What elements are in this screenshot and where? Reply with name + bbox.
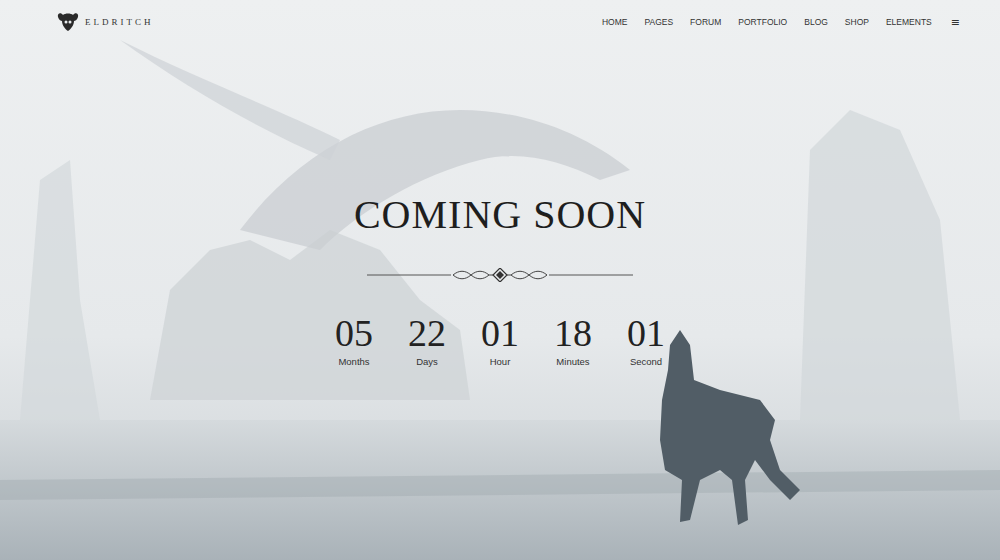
countdown-item: 01 Hour [470,312,531,367]
background-illustration [0,0,1000,560]
nav-item[interactable]: BLOG [804,17,828,27]
countdown-item: 01 Second [616,312,677,367]
main-nav: HOME PAGES FORUM PORTFOLIO BLOG SHOP ELEMENTS ≡ [602,16,960,29]
countdown-value: 01 [627,312,665,354]
coming-soon-title: COMING SOON [354,192,646,238]
nav-item[interactable]: SHOP [845,17,869,27]
nav-item[interactable]: ELEMENTS [886,17,932,27]
countdown-unit: Second [630,356,662,367]
nav-item[interactable]: PAGES [644,17,673,27]
countdown-item: 22 Days [397,312,458,367]
nav-item[interactable]: FORUM [690,17,721,27]
countdown-unit: Days [416,356,438,367]
countdown-item: 18 Minutes [543,312,604,367]
countdown-unit: Months [338,356,369,367]
countdown-item: 05 Months [324,312,385,367]
menu-icon[interactable]: ≡ [951,16,960,29]
countdown: 05 Months 22 Days 01 Hour 18 Minutes 01 Second [324,312,677,367]
countdown-value: 01 [481,312,519,354]
site-header: ELDRITCH HOME PAGES FORUM PORTFOLIO BLOG SHOP E… [0,0,1000,44]
logo-text: ELDRITCH [85,17,154,27]
ornament-icon [367,268,633,282]
hero: COMING SOON 05 Months 22 Days 01 Hour 18 Minutes… [0,44,1000,367]
countdown-unit: Hour [490,356,511,367]
nav-item[interactable]: HOME [602,17,628,27]
nav-item[interactable]: PORTFOLIO [738,17,787,27]
ornament-divider [367,268,633,282]
countdown-unit: Minutes [556,356,589,367]
skull-horns-icon [55,11,81,33]
countdown-value: 18 [554,312,592,354]
site-logo[interactable]: ELDRITCH [55,11,154,33]
countdown-value: 22 [408,312,446,354]
countdown-value: 05 [335,312,373,354]
